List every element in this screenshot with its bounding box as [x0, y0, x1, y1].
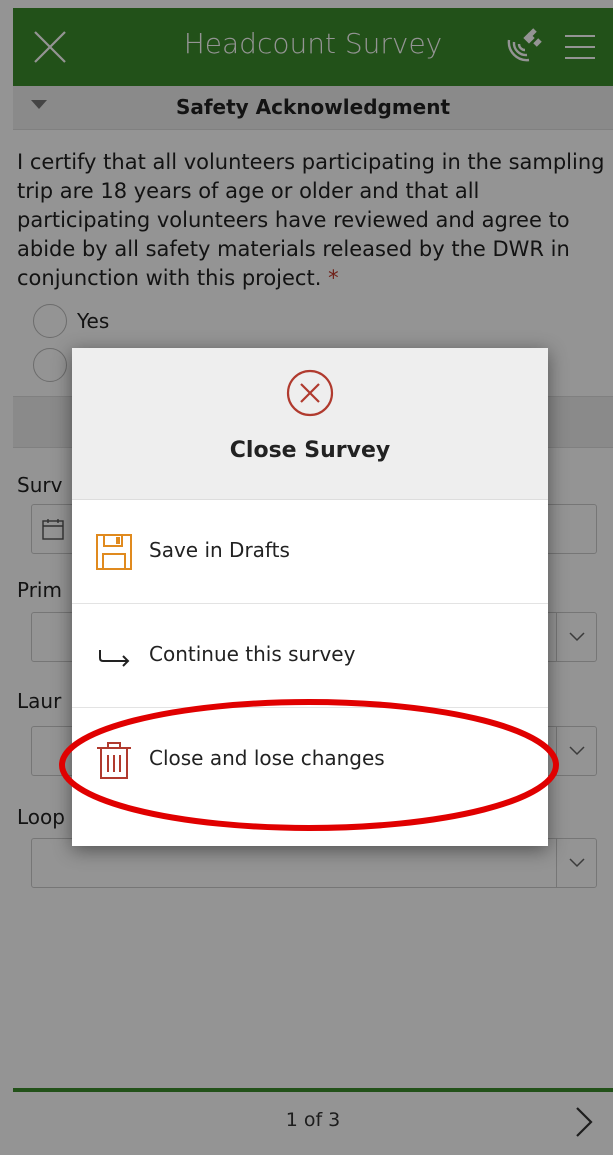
save-in-drafts-label: Save in Drafts [149, 538, 290, 562]
continue-survey-label: Continue this survey [149, 642, 356, 666]
close-circle-icon [286, 369, 334, 417]
continue-arrow-icon [99, 650, 130, 667]
highlight-ellipse [59, 699, 559, 831]
dialog-header: Close Survey [72, 348, 548, 500]
save-in-drafts-button[interactable]: Save in Drafts [72, 500, 548, 604]
dialog-title: Close Survey [229, 438, 391, 463]
save-icon [96, 534, 132, 570]
continue-survey-button[interactable]: Continue this survey [72, 604, 548, 708]
